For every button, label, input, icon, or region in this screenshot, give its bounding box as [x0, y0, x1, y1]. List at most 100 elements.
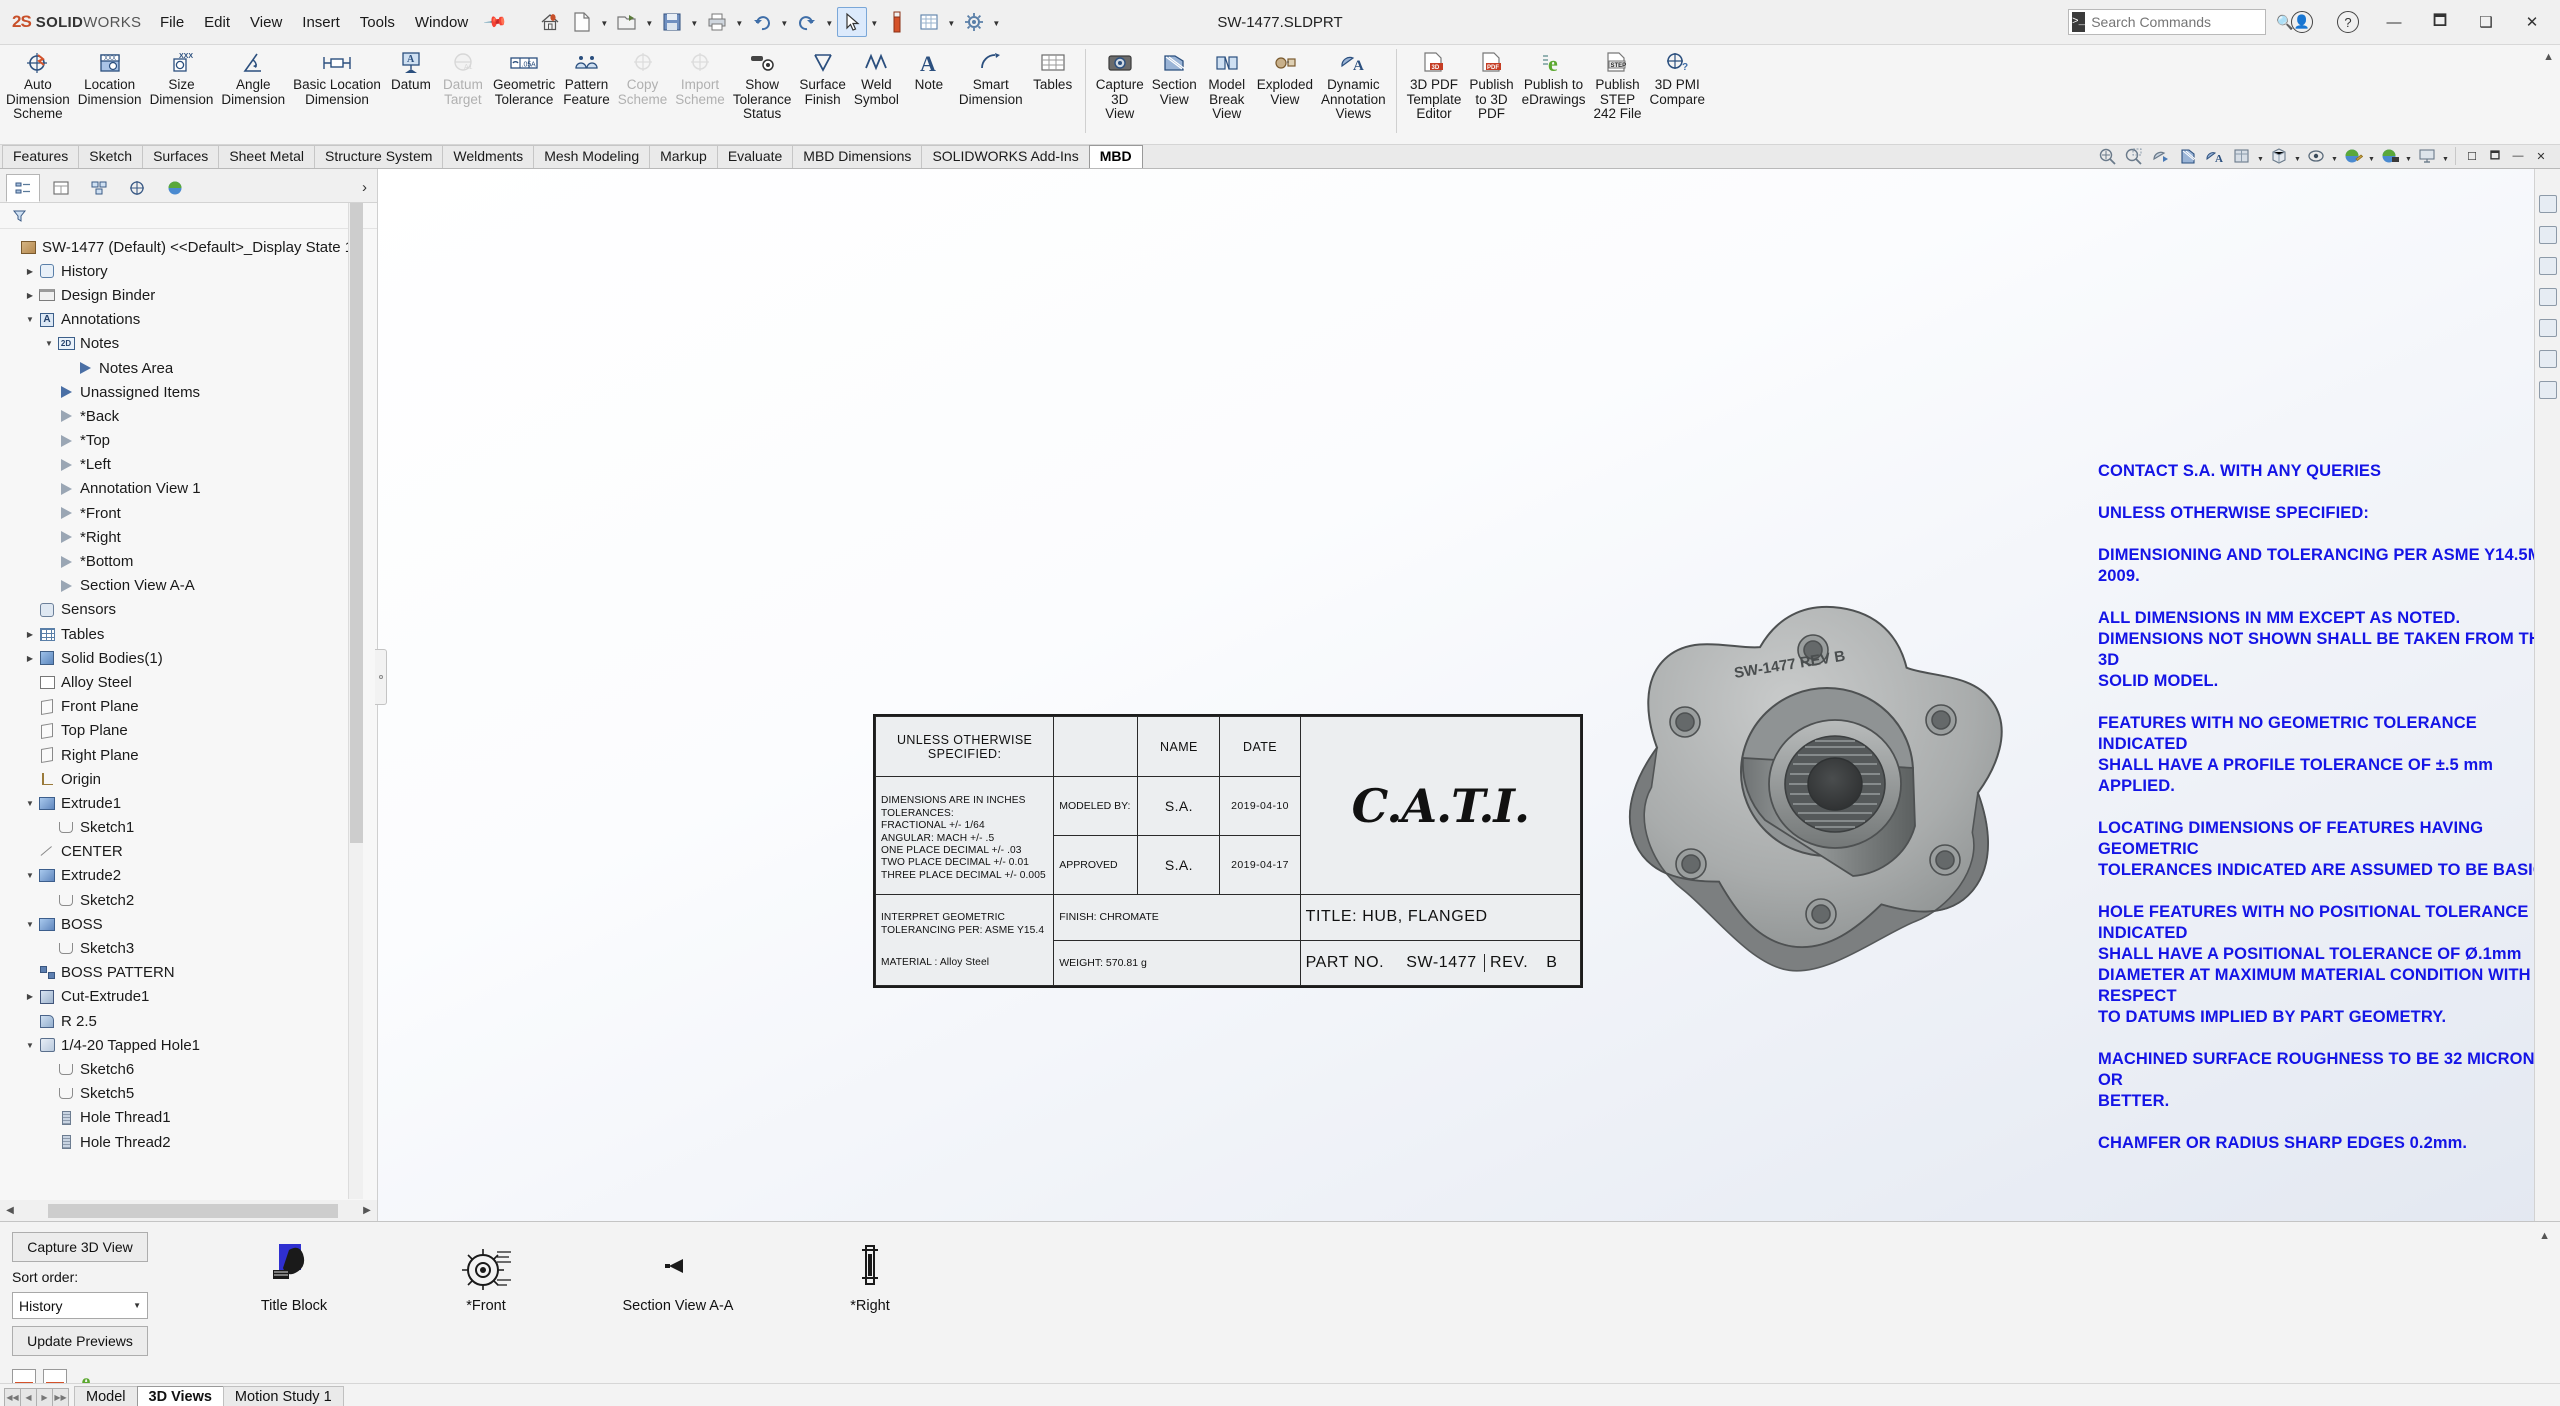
edit-appearance-caret-icon[interactable]: ▼ [2367, 145, 2376, 167]
open-document-caret-icon[interactable]: ▼ [644, 7, 655, 37]
tree-node[interactable]: Sketch6 [4, 1057, 377, 1081]
open-document-icon[interactable] [612, 7, 642, 37]
menu-insert[interactable]: Insert [292, 10, 350, 35]
3d-views-thumbnails[interactable]: Title Block *Front Section View A-A *Rig… [160, 1222, 2560, 1406]
help-icon[interactable]: ? [2326, 7, 2370, 37]
decals-palette-icon[interactable] [2538, 257, 2557, 275]
tree-node[interactable]: ▶ Solid Bodies(1) [4, 646, 377, 670]
model-break-view-button[interactable]: Model Break View [1201, 45, 1253, 122]
angle-dimension-button[interactable]: Angle Dimension [217, 45, 289, 107]
weld-symbol-button[interactable]: Weld Symbol [850, 45, 903, 107]
expand-panel-icon[interactable]: › [362, 179, 367, 196]
zoom-to-fit-icon[interactable] [2094, 145, 2120, 167]
tab-markup[interactable]: Markup [649, 145, 718, 168]
tree-scroll-thumb[interactable] [350, 203, 363, 843]
chevron-right-icon[interactable]: ▶ [23, 630, 37, 639]
menu-window[interactable]: Window [405, 10, 478, 35]
feature-manager-tab[interactable] [6, 173, 40, 202]
command-manager-tabs[interactable]: Features Sketch Surfaces Sheet Metal Str… [0, 145, 2560, 169]
menu-tools[interactable]: Tools [350, 10, 405, 35]
hide-show-items-caret-icon[interactable]: ▼ [2330, 145, 2339, 167]
chevron-down-icon[interactable]: ▼ [23, 871, 37, 880]
apply-scene-caret-icon[interactable]: ▼ [2404, 145, 2413, 167]
prev-tab-icon[interactable]: ◀ [20, 1388, 37, 1406]
tree-node[interactable]: Sketch2 [4, 888, 377, 912]
3d-model-flanged-hub[interactable]: SW-1477 REV B [1593, 574, 2033, 1034]
chevron-down-icon[interactable]: ▼ [133, 1301, 141, 1310]
chevron-down-icon[interactable]: ▼ [42, 339, 56, 348]
feature-manager-tab-strip[interactable]: › [0, 169, 377, 203]
design-library-icon[interactable] [2538, 288, 2557, 306]
tree-node[interactable]: Right Plane [4, 743, 377, 767]
next-tab-icon[interactable]: ▶ [36, 1388, 53, 1406]
user-account-icon[interactable]: 👤 [2280, 7, 2324, 37]
heads-up-view-toolbar[interactable]: A ▼ ▼ ▼ ▼ ▼ ▼ ☐ 🗖 — ✕ [2094, 145, 2560, 168]
size-dimension-button[interactable]: XXX Size Dimension [146, 45, 218, 107]
capture-3d-view-button[interactable]: Capture 3D View [1092, 45, 1148, 122]
tab-mesh-modeling[interactable]: Mesh Modeling [533, 145, 651, 168]
exploded-view-button[interactable]: Exploded View [1253, 45, 1317, 107]
configuration-manager-tab[interactable] [82, 174, 116, 202]
scroll-right-icon[interactable]: ▶ [357, 1200, 377, 1221]
display-style-icon[interactable] [2266, 145, 2292, 167]
tree-node[interactable]: SW-1477 (Default) <<Default>_Display Sta… [4, 235, 377, 259]
chevron-right-icon[interactable]: ▶ [23, 291, 37, 300]
tree-node[interactable]: ▼ Extrude1 [4, 791, 377, 815]
dynamic-annotation-views-button[interactable]: A Dynamic Annotation Views [1317, 45, 1390, 122]
tree-node[interactable]: ▶ History [4, 259, 377, 283]
sort-order-select[interactable]: History ▼ [12, 1292, 148, 1319]
tree-node[interactable]: CENTER [4, 840, 377, 864]
view-thumbnail-front[interactable]: *Front [390, 1234, 582, 1406]
tab-evaluate[interactable]: Evaluate [716, 145, 794, 168]
select-icon[interactable] [836, 7, 867, 37]
tree-node[interactable]: BOSS PATTERN [4, 961, 377, 985]
minimize-window-icon[interactable]: — [2507, 146, 2529, 166]
document-bottom-tabs[interactable]: ◀◀ ◀ ▶ ▶▶ Model 3D Views Motion Study 1 [0, 1383, 2560, 1406]
tree-node[interactable]: Unassigned Items [4, 380, 377, 404]
pattern-feature-button[interactable]: Pattern Feature [559, 45, 614, 107]
maximize-icon[interactable]: ❑ [2464, 7, 2508, 37]
close-icon[interactable]: ✕ [2510, 7, 2554, 37]
chevron-right-icon[interactable]: ▶ [23, 267, 37, 276]
quick-access-toolbar[interactable]: ▼ ▼ ▼ ▼ ▼ ▼ ▼ ▼ ▼ [535, 7, 1002, 37]
new-document-icon[interactable] [567, 7, 597, 37]
tree-vertical-scrollbar[interactable] [348, 203, 363, 1199]
smart-dimension-button[interactable]: Smart Dimension [955, 45, 1027, 107]
search-commands-box[interactable]: >_ 🔍 ▼ [2068, 9, 2306, 35]
tree-node[interactable]: Alloy Steel [4, 670, 377, 694]
tree-node[interactable]: Annotation View 1 [4, 477, 377, 501]
filter-row[interactable] [0, 203, 377, 229]
tree-node[interactable]: *Top [4, 429, 377, 453]
tree-node[interactable]: *Left [4, 453, 377, 477]
tree-node[interactable]: ▶ Design Binder [4, 283, 377, 307]
undo-icon[interactable] [747, 7, 777, 37]
first-tab-icon[interactable]: ◀◀ [4, 1388, 21, 1406]
minimize-icon[interactable]: — [2372, 7, 2416, 37]
tables-ribbon-button[interactable]: Tables [1027, 45, 1079, 93]
publish-to-edrawings-button[interactable]: e Publish to eDrawings [1518, 45, 1590, 107]
tree-hscroll-thumb[interactable] [48, 1203, 338, 1218]
view-palette-icon[interactable] [2538, 350, 2557, 368]
view-thumbnail-title-block[interactable]: Title Block [198, 1234, 390, 1406]
tree-node[interactable]: ▼ BOSS [4, 912, 377, 936]
tree-node[interactable]: Sensors [4, 598, 377, 622]
publish-to-3d-pdf-button[interactable]: PDF Publish to 3D PDF [1465, 45, 1517, 122]
annotation-notes[interactable]: CONTACT S.A. WITH ANY QUERIES UNLESS OTH… [2098, 461, 2560, 1175]
section-view-icon[interactable] [2175, 145, 2201, 167]
measure-icon[interactable] [882, 7, 912, 37]
pin-icon[interactable]: 📌 [474, 1, 517, 43]
display-manager-tab[interactable] [158, 174, 192, 202]
options-gear-icon[interactable] [959, 7, 989, 37]
tree-node[interactable]: *Front [4, 501, 377, 525]
dynamic-annotation-views-icon[interactable]: A [2202, 145, 2228, 167]
print-icon[interactable] [702, 7, 732, 37]
tab-motion-study-1[interactable]: Motion Study 1 [222, 1386, 344, 1406]
chevron-down-icon[interactable]: ▼ [23, 315, 37, 324]
display-style-caret-icon[interactable]: ▼ [2293, 145, 2302, 167]
tab-sheet-metal[interactable]: Sheet Metal [218, 145, 316, 168]
tab-sketch[interactable]: Sketch [78, 145, 144, 168]
right-tool-strip[interactable] [2534, 169, 2560, 1221]
view-orientation-icon[interactable] [2229, 145, 2255, 167]
apply-scene-icon[interactable] [2377, 145, 2403, 167]
tab-mbd-dimensions[interactable]: MBD Dimensions [792, 145, 923, 168]
